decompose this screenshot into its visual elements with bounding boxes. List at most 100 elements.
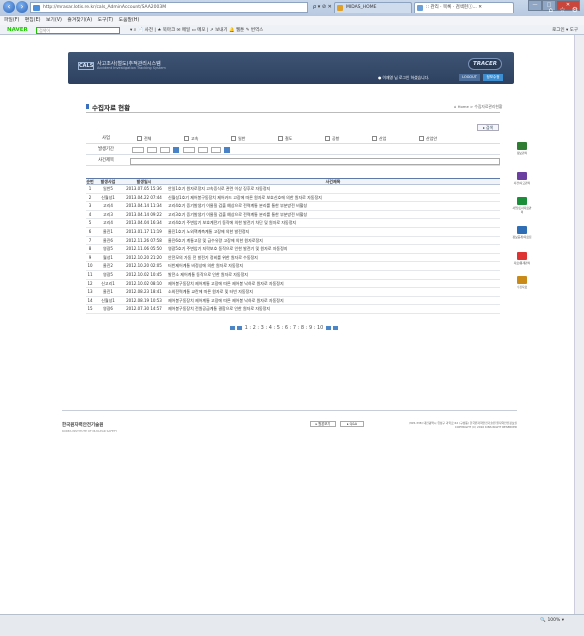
table-row[interactable]: 8 영광5 2012.11.06 05:50 영광5호기 주변압기 지락보호 동작으로… [86, 245, 500, 254]
forward-button[interactable]: › [16, 1, 28, 13]
table-row[interactable]: 3 고리4 2013.04.14 11:34 고리4호기 증기발생기 이물질 검출 예… [86, 202, 500, 211]
checkbox-opt3[interactable] [278, 136, 283, 141]
row-title[interactable]: 고리4호기 증기발생기 이물질 검출 예상으로 전력계통 분리를 통한 부분방전… [168, 202, 498, 210]
row-title[interactable]: 신월성1호기 제어봉구동장치 제어카드 고장에 따른 원자로 보호신호에 의한 … [168, 194, 498, 202]
prev-page-icon[interactable] [237, 325, 242, 330]
quick-item-info[interactable]: 정보관리 [512, 142, 532, 155]
breadcrumb[interactable]: ⌂ Home > 수집자료관리현황 [454, 104, 502, 110]
checkbox-opt2[interactable] [231, 136, 236, 141]
row-title[interactable]: 발전소 제어계통 동작으로 인한 원자로 자동정지 [168, 271, 498, 279]
menu-file[interactable]: 파일(F) [4, 18, 19, 23]
naver-tools[interactable]: ▾ ⌕ 📄 사전 | ★ 북마크 ✉ 메일 ▭ 메모 | ↗ 보내기 🔔 웹툰 … [130, 27, 263, 34]
start-day-input[interactable] [160, 147, 170, 153]
last-page-icon[interactable] [332, 325, 338, 330]
row-title[interactable]: 고리3호기 증기발생기 이물질 검출 예상으로 전력계통 분리를 통한 부분방전… [168, 211, 498, 219]
row-no: 15 [87, 306, 93, 312]
next-page-icon[interactable] [325, 325, 331, 330]
checkbox-opt5[interactable] [372, 136, 377, 141]
address-bar[interactable]: http://mrasar.lotis.re.kr/cals_AdminAcco… [30, 2, 308, 13]
table-row[interactable]: 14 신월성1 2012.08.19 10:53 제어봉구동장치 제어계통 고장에 따… [86, 297, 500, 306]
footer-button-qna[interactable]: ▸ Q&A [340, 421, 364, 427]
back-button[interactable]: ‹ [3, 1, 15, 13]
start-year-input[interactable] [132, 147, 144, 153]
row-title[interactable]: 제어봉구동장치 제어계통 고장에 따른 제어봉 낙하로 원자로 자동정지 [168, 280, 498, 288]
collected-data-icon [517, 276, 527, 284]
checkbox-opt1[interactable] [184, 136, 189, 141]
quick-item-disclosure[interactable]: 정보공개/자료집 [512, 226, 532, 239]
tab-midas-home[interactable]: MIDAS_HOME [334, 2, 412, 13]
row-no: 10 [87, 263, 93, 269]
row-no: 7 [88, 237, 92, 243]
search-button[interactable]: ▸ 검색 [477, 124, 499, 131]
quick-item-incident[interactable]: 사건/사고관리 [512, 172, 532, 185]
table-row[interactable]: 6 울진1 2013.01.17 11:19 울진1호기 노외핵계측계통 고장에 의한… [86, 228, 500, 237]
row-title[interactable]: 안일1호기 원자로정지 고속증식로 관련 이상 징후로 자동정지 [168, 185, 498, 193]
page-numbers[interactable]: 1 : 2 : 3 : 4 : 5 : 6 : 7 : 8 : 9 : 10 [245, 325, 324, 331]
table-row[interactable]: 10 울진2 2012.10.20 02:05 터빈제어계통 비정상에 의한 원자로 … [86, 262, 500, 271]
row-title[interactable]: 영광5호기 주변압기 지락보호 동작으로 인한 발전기 및 원자로 자동정지 [168, 245, 498, 253]
table-row[interactable]: 2 신월성1 2013.04.22 07:44 신월성1호기 제어봉구동장치 제어카드… [86, 194, 500, 203]
checkbox-all[interactable] [137, 136, 142, 141]
cals-logo[interactable]: CALS [78, 62, 94, 70]
table-row[interactable]: 11 영광5 2012.10.02 10:45 발전소 제어계통 동작으로 인한 원자… [86, 271, 500, 280]
incident-management-icon [517, 172, 527, 180]
tracer-logo: TRACER [468, 58, 502, 70]
table-row[interactable]: 12 신고리1 2012.10.02 08:10 제어봉구동장치 제어계통 고장에 따… [86, 280, 500, 289]
row-title[interactable]: 소외전력계통 교란에 따른 원자로 및 터빈 자동정지 [168, 288, 498, 296]
menu-view[interactable]: 보기(V) [46, 18, 62, 23]
quick-item-stats[interactable]: 자료/통계관리 [512, 252, 532, 265]
table-row[interactable]: 7 울진6 2012.11.26 07:58 울진6호기 계통고장 및 급수유량 고장… [86, 237, 500, 246]
table-row[interactable]: 13 울진1 2012.08.23 18:41 소외전력계통 교란에 따른 원자로 및… [86, 288, 500, 297]
minimize-button[interactable]: — [528, 0, 542, 11]
option-5-label: 산업 [379, 136, 387, 141]
address-controls[interactable]: ρ ▾ ⊘ ✕ [313, 2, 332, 13]
address-url: http://mrasar.lotis.re.kr/cals_AdminAcco… [43, 5, 167, 10]
table-row[interactable]: 9 월성1 2012.10.20 21:20 안전모의 가동 전 발전기 정비를 위한… [86, 254, 500, 263]
zoom-control[interactable]: 🔍 100% ▾ [540, 618, 564, 623]
row-site: 울진1 [103, 289, 113, 295]
footer-address: (305-338) 대전광역시 유성구 과학로 62 (구성동) 한국원자력안전… [370, 421, 517, 429]
checkbox-opt4[interactable] [325, 136, 330, 141]
calendar-start-icon[interactable] [173, 147, 179, 153]
row-title[interactable]: 고리4호기 주변압기 보호계전기 동작에 의한 발전기 차단 및 원자로 자동정… [168, 219, 498, 227]
start-month-input[interactable] [147, 147, 157, 153]
edit-info-button[interactable]: 정보수정 [483, 74, 503, 81]
end-month-input[interactable] [198, 147, 208, 153]
naver-search-input[interactable]: 검색어 [36, 27, 120, 34]
row-title[interactable]: 제어봉구동장치 전원공급계통 결함으로 인한 원자로 자동정지 [168, 305, 498, 313]
menu-help[interactable]: 도움말(H) [119, 18, 140, 23]
quick-item-survey[interactable]: 사업/조사자료관리 [512, 197, 532, 214]
footer-button-original[interactable]: ▸ 원본보기 [310, 421, 336, 427]
row-title[interactable]: 울진1호기 노외핵계측계통 고장에 의한 발전정지 [168, 228, 498, 236]
menu-edit[interactable]: 편집(E) [25, 18, 41, 23]
menu-favorites[interactable]: 즐겨찾기(A) [67, 18, 92, 23]
end-year-input[interactable] [183, 147, 195, 153]
row-date: 2012.08.23 18:41 [126, 289, 162, 295]
end-day-input[interactable] [211, 147, 221, 153]
row-title[interactable]: 제어봉구동장치 제어계통 고장에 따른 제어봉 낙하로 원자로 자동정지 [168, 297, 498, 305]
table-row[interactable]: 5 고리4 2013.04.04 16:34 고리4호기 주변압기 보호계전기 동작에… [86, 219, 500, 228]
table-row[interactable]: 4 고리3 2013.04.14 09:22 고리3호기 증기발생기 이물질 검출 예… [86, 211, 500, 220]
calendar-end-icon[interactable] [224, 147, 230, 153]
row-title[interactable]: 안전모의 가동 전 발전기 정비를 위한 원자로 수동정지 [168, 254, 498, 262]
tab-current[interactable]: :: 관리 · 목록 · 검색현ⓘ... ✕ [414, 2, 514, 13]
quick-item-collected[interactable]: 수집자료 [512, 276, 532, 289]
row-site: 울진6 [103, 237, 113, 243]
menu-tools[interactable]: 도구(T) [98, 18, 114, 23]
toolbar-icons[interactable]: ⌂ ☆ ⚙ [549, 6, 580, 14]
menu-bar: 파일(F) 편집(E) 보기(V) 즐겨찾기(A) 도구(T) 도움말(H) [0, 16, 584, 25]
naver-login[interactable]: 로그인 ▾ 도구 [552, 27, 578, 34]
title-label: 사건제목 [98, 158, 114, 163]
table-row[interactable]: 15 영광6 2012.07.30 14:57 제어봉구동장치 전원공급계통 결함으로… [86, 305, 500, 314]
scrollbar[interactable] [574, 35, 584, 614]
row-title[interactable]: 울진6호기 계통고장 및 급수유량 고장에 의한 원자로정지 [168, 237, 498, 245]
naver-logo[interactable]: NAVER [7, 27, 28, 33]
title-search-input[interactable] [130, 158, 500, 165]
row-site: 월성1 [103, 254, 113, 260]
first-page-icon[interactable] [230, 325, 235, 330]
row-site: 영광5 [103, 246, 113, 252]
table-row[interactable]: 1 일반5 2013.07.05 15:36 안일1호기 원자로정지 고속증식로 관련… [86, 185, 500, 194]
checkbox-opt6[interactable] [419, 136, 424, 141]
row-title[interactable]: 터빈제어계통 비정상에 의한 원자로 자동정지 [168, 262, 498, 270]
logout-button[interactable]: LOGOUT [459, 74, 480, 81]
